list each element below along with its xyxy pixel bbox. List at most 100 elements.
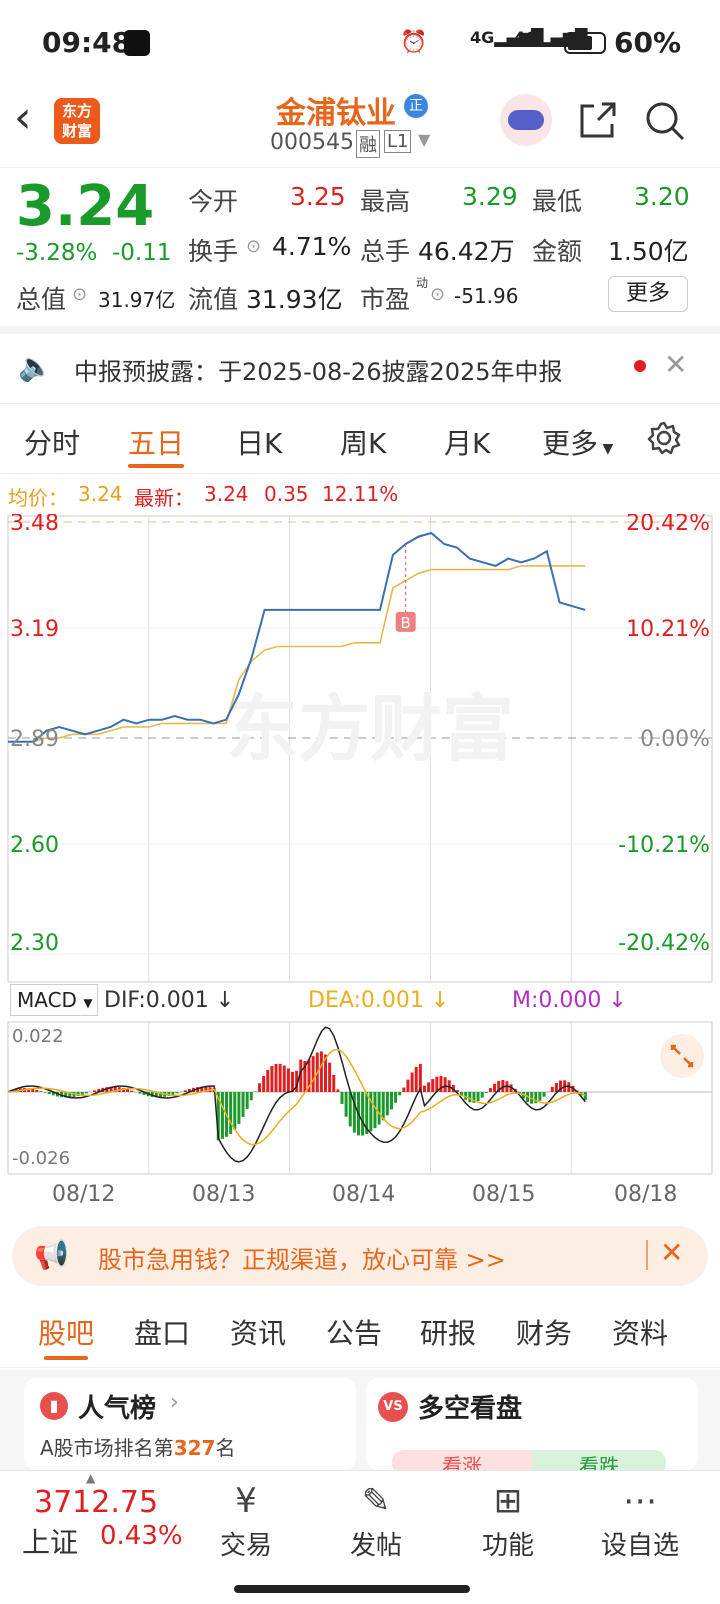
search-icon[interactable] [644, 100, 686, 142]
macd-bar [340, 1092, 344, 1104]
app-notification-icon [124, 30, 150, 56]
date-axis: 08/12 08/13 08/14 08/15 08/18 [0, 1180, 720, 1214]
tab-profile[interactable]: 资料 [612, 1312, 668, 1352]
macd-bar [410, 1072, 414, 1092]
notice-bar[interactable]: 🔈 中报预披露：于2025-08-26披露2025年中报 ✕ [0, 334, 720, 404]
chevron-right-icon: › [170, 1390, 179, 1415]
macd-bar [39, 1091, 43, 1092]
period-tabs: 分时 五日 日K 周K 月K 更多 ▼ [0, 404, 720, 474]
macd-bar [414, 1066, 418, 1092]
promo-banner[interactable]: 📢 股市急用钱？正规渠道，放心可靠 >> ✕ [12, 1226, 708, 1286]
tab-monthly-k[interactable]: 月K [444, 422, 490, 462]
nav-post[interactable]: ✎ 发帖 [326, 1481, 426, 1562]
tab-more[interactable]: 更多 ▼ [542, 422, 613, 462]
macd-bar [493, 1083, 497, 1092]
macd-bar [480, 1092, 484, 1098]
macd-bar [274, 1063, 278, 1092]
indicator-selector[interactable]: MACD ▼ [10, 984, 98, 1016]
edit-icon: ✎ [361, 1481, 391, 1521]
tab-weekly-k[interactable]: 周K [340, 422, 386, 462]
macd-chart[interactable] [0, 1020, 720, 1176]
card-title: 多空看盘 [418, 1394, 523, 1424]
macd-bar [422, 1085, 426, 1092]
tab-orderbook[interactable]: 盘口 [134, 1312, 190, 1352]
info-icon[interactable]: ⊙ [72, 284, 87, 305]
macd-bar [229, 1092, 233, 1134]
info-icon[interactable]: ⊙ [246, 236, 261, 257]
macd-bar [233, 1092, 237, 1130]
tab-research[interactable]: 研报 [420, 1312, 476, 1352]
date-label: 08/13 [192, 1182, 256, 1207]
expand-icon-bg [660, 1034, 704, 1078]
y-tick-label-left: 2.89 [10, 727, 59, 752]
battery-icon [564, 32, 606, 54]
macd-bar [311, 1056, 315, 1092]
nav-label: 设自选 [600, 1531, 679, 1561]
bull-bear-card[interactable]: VS 多空看盘 看涨 看跌 [366, 1378, 698, 1478]
tab-announcements[interactable]: 公告 [326, 1312, 382, 1352]
amount-value: 1.50亿 [608, 237, 689, 266]
more-button[interactable]: 更多 [608, 276, 688, 312]
macd-bar [431, 1079, 435, 1092]
close-icon[interactable]: ✕ [660, 1236, 683, 1269]
pe-label: 市盈 [360, 285, 411, 314]
app-logo[interactable]: 东方 财富 [54, 98, 100, 144]
low-label: 最低 [532, 187, 583, 216]
macd-bar [258, 1083, 262, 1092]
tab-daily-k[interactable]: 日K [236, 422, 282, 462]
logo-text-2: 财富 [61, 122, 92, 140]
macd-bar [84, 1092, 88, 1094]
tab-five-day[interactable]: 五日 [128, 422, 184, 462]
tab-finance[interactable]: 财务 [516, 1312, 572, 1352]
macd-bar [270, 1065, 274, 1092]
volume-label: 总手 [360, 237, 411, 266]
tab-forum[interactable]: 股吧 [38, 1312, 94, 1352]
macd-bar [47, 1092, 51, 1095]
macd-bar [138, 1092, 142, 1094]
pe-sup: 动 [416, 276, 429, 290]
nav-trade[interactable]: ¥ 交易 [196, 1481, 296, 1562]
latest-value: 3.24 [204, 482, 249, 506]
macd-bar [328, 1062, 332, 1092]
macd-bar [278, 1063, 282, 1092]
ranking-icon: ▮ [40, 1392, 68, 1420]
indicator-name: MACD [17, 988, 77, 1012]
y-tick-label-left: 2.60 [10, 833, 59, 858]
float-value: 31.93亿 [246, 285, 343, 314]
macd-bar [183, 1090, 187, 1092]
index-ticker[interactable]: ▲ 3712.75 上证 0.43% [0, 1471, 200, 1571]
close-icon[interactable]: ✕ [664, 348, 687, 381]
battery-level: 60% [614, 26, 682, 59]
divider [646, 1240, 648, 1270]
tab-intraday[interactable]: 分时 [24, 422, 80, 462]
nav-functions[interactable]: ⊞ 功能 [458, 1481, 558, 1562]
popularity-card[interactable]: ▮ 人气榜 › A股市场排名第327名 [24, 1378, 356, 1470]
settings-gear-icon[interactable] [646, 420, 682, 456]
macd-bar [93, 1090, 97, 1092]
back-icon[interactable]: ‹ [14, 92, 32, 143]
macd-bar [427, 1082, 431, 1092]
macd-bar [336, 1089, 340, 1092]
info-icon[interactable]: ⊙ [430, 284, 445, 305]
nav-add-watchlist[interactable]: ⋯ 设自选 [590, 1481, 690, 1562]
y-tick-label-right: -20.42% [618, 931, 710, 956]
y-tick-label-right: -10.21% [618, 833, 710, 858]
five-day-price-chart[interactable]: 东方财富 B 3.48 20.42% 3.19 10.21% 2.89 0.00% 2.60… [0, 514, 720, 986]
change-percent: -3.28% [16, 240, 98, 266]
content-tabs: 股吧 盘口 资讯 公告 研报 财务 资料 [0, 1298, 720, 1368]
y-tick-label-right: 0.00% [640, 727, 710, 752]
high-label: 最高 [360, 187, 411, 216]
float-label: 流值 [188, 285, 239, 314]
dropdown-icon[interactable]: ▼ [418, 130, 430, 149]
assistant-avatar-icon[interactable] [500, 94, 552, 146]
macd-bar [130, 1090, 134, 1092]
macd-bar [344, 1092, 348, 1117]
turnover-label: 换手 [188, 237, 239, 266]
share-icon[interactable] [578, 100, 618, 140]
macd-bar [282, 1065, 286, 1092]
watermark-text: 东方财富 [226, 687, 514, 771]
stock-code: 000545 [270, 130, 354, 155]
latest-change: 0.35 [264, 482, 309, 506]
tab-news[interactable]: 资讯 [230, 1312, 286, 1352]
level-tag: L1 [384, 130, 412, 153]
